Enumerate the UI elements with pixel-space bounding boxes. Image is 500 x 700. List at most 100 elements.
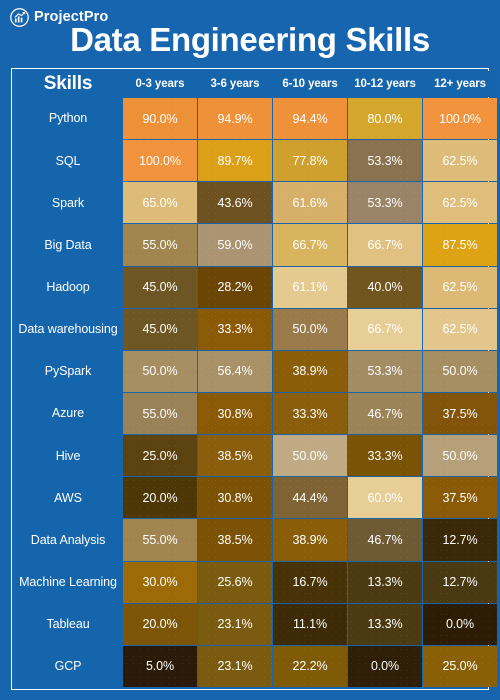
heatmap-cell-value: 44.4% [292, 490, 328, 505]
heatmap-cell-value: 30.8% [217, 490, 253, 505]
heatmap-cell-value: 13.3% [367, 575, 403, 590]
skill-label-pyspark: PySpark [14, 350, 122, 392]
heatmap-cell-value: 90.0% [142, 111, 178, 126]
heatmap-cell-machine-learning-0-3-years: 30.0% [123, 561, 197, 603]
heatmap-cell-hadoop-0-3-years: 45.0% [123, 266, 197, 308]
heatmap-cell-tableau-10-12-years: 13.3% [348, 603, 422, 645]
heatmap-cell-value: 28.2% [217, 280, 253, 295]
heatmap-cell-spark-6-10-years: 61.6% [273, 182, 347, 224]
heatmap-cell-value: 94.9% [217, 111, 253, 126]
heatmap-cell-value: 46.7% [367, 532, 403, 547]
heatmap-cell-python-12-years: 100.0% [423, 98, 497, 140]
heatmap-cell-azure-3-6-years: 30.8% [198, 392, 272, 435]
heatmap-cell-value: 66.7% [367, 322, 403, 337]
heatmap-cell-value: 55.0% [142, 406, 178, 421]
heatmap-cell-gcp-10-12-years: 0.0% [348, 645, 422, 687]
heatmap-cell-value: 50.0% [292, 322, 328, 337]
table-row: Machine Learning 30.0% 25.6% 16.7% 13.3% 12.7… [14, 561, 497, 603]
heatmap-cell-value: 30.8% [217, 406, 253, 421]
heatmap-cell-aws-3-6-years: 30.8% [198, 477, 272, 519]
heatmap-cell-tableau-0-3-years: 20.0% [123, 603, 197, 645]
heatmap-cell-value: 0.0% [370, 659, 400, 674]
heatmap-cell-hive-6-10-years: 50.0% [273, 435, 347, 477]
table-row: SQL 100.0% 89.7% 77.8% 53.3% 62.5% [14, 140, 497, 182]
table-row: Spark 65.0% 43.6% 61.6% 53.3% 62.5% [14, 182, 497, 224]
heatmap-cell-big-data-0-3-years: 55.0% [123, 224, 197, 266]
heatmap-cell-value: 30.0% [142, 575, 178, 590]
skill-label-python: Python [14, 98, 122, 140]
heatmap-cell-sql-3-6-years: 89.7% [198, 140, 272, 182]
heatmap-cell-data-analysis-0-3-years: 55.0% [123, 519, 197, 561]
heatmap-cell-value: 87.5% [442, 237, 478, 252]
skill-label-azure: Azure [14, 392, 122, 435]
heatmap-cell-tableau-3-6-years: 23.1% [198, 603, 272, 645]
heatmap-cell-value: 61.1% [292, 280, 328, 295]
heatmap-cell-sql-0-3-years: 100.0% [123, 140, 197, 182]
table-row: GCP 5.0% 23.1% 22.2% 0.0% 25.0% [14, 645, 497, 687]
table-row: Hadoop 45.0% 28.2% 61.1% 40.0% 62.5% [14, 266, 497, 308]
heatmap-cell-hadoop-3-6-years: 28.2% [198, 266, 272, 308]
heatmap-cell-gcp-3-6-years: 23.1% [198, 645, 272, 687]
column-header-skills: Skills [14, 71, 122, 97]
heatmap-cell-big-data-6-10-years: 66.7% [273, 224, 347, 266]
heatmap-cell-value: 25.0% [142, 448, 178, 463]
heatmap-cell-big-data-10-12-years: 66.7% [348, 224, 422, 266]
heatmap-cell-gcp-12-years: 25.0% [423, 645, 497, 687]
heatmap-cell-value: 38.5% [217, 532, 253, 547]
column-header-6-10-years: 6-10 years [273, 71, 347, 97]
heatmap-cell-pyspark-10-12-years: 53.3% [348, 350, 422, 392]
skill-label-spark: Spark [14, 182, 122, 224]
skill-label-big-data: Big Data [14, 224, 122, 266]
heatmap-cell-value: 59.0% [217, 237, 253, 252]
heatmap-cell-value: 22.2% [292, 659, 328, 674]
heatmap-cell-value: 50.0% [292, 448, 328, 463]
heatmap-cell-value: 33.3% [367, 448, 403, 463]
heatmap-cell-spark-10-12-years: 53.3% [348, 182, 422, 224]
heatmap-cell-sql-6-10-years: 77.8% [273, 140, 347, 182]
heatmap-cell-value: 45.0% [142, 280, 178, 295]
heatmap-cell-tableau-12-years: 0.0% [423, 603, 497, 645]
heatmap-cell-value: 50.0% [142, 364, 178, 379]
table-row: AWS 20.0% 30.8% 44.4% 60.0% 37.5% [14, 477, 497, 519]
heatmap-cell-value: 20.0% [142, 490, 178, 505]
heatmap-cell-tableau-6-10-years: 11.1% [273, 603, 347, 645]
heatmap-cell-value: 55.0% [142, 237, 178, 252]
heatmap-cell-value: 62.5% [442, 280, 478, 295]
heatmap-cell-value: 55.0% [142, 532, 178, 547]
heatmap-cell-data-analysis-10-12-years: 46.7% [348, 519, 422, 561]
table-body: Python 90.0% 94.9% 94.4% 80.0% 100.0% SQL 100.0… [14, 98, 497, 687]
heatmap-cell-value: 12.7% [442, 532, 478, 547]
heatmap-cell-data-analysis-6-10-years: 38.9% [273, 519, 347, 561]
heatmap-cell-gcp-0-3-years: 5.0% [123, 645, 197, 687]
column-header-10-12-years: 10-12 years [348, 71, 422, 97]
heatmap-cell-value: 65.0% [142, 195, 178, 210]
heatmap-cell-aws-10-12-years: 60.0% [348, 477, 422, 519]
heatmap-cell-hadoop-6-10-years: 61.1% [273, 266, 347, 308]
column-header-3-6-years: 3-6 years [198, 71, 272, 97]
heatmap-cell-data-warehousing-12-years: 62.5% [423, 308, 497, 350]
heatmap-cell-data-warehousing-10-12-years: 66.7% [348, 308, 422, 350]
heatmap-cell-hive-12-years: 50.0% [423, 435, 497, 477]
heatmap-cell-value: 43.6% [217, 195, 253, 210]
heatmap-cell-machine-learning-10-12-years: 13.3% [348, 561, 422, 603]
heatmap-cell-value: 56.4% [217, 364, 253, 379]
heatmap-cell-aws-0-3-years: 20.0% [123, 477, 197, 519]
heatmap-cell-python-0-3-years: 90.0% [123, 98, 197, 140]
heatmap-cell-python-10-12-years: 80.0% [348, 98, 422, 140]
table-row: Data Analysis 55.0% 38.5% 38.9% 46.7% 12.7% [14, 519, 497, 561]
skill-label-hadoop: Hadoop [14, 266, 122, 308]
heatmap-cell-hadoop-10-12-years: 40.0% [348, 266, 422, 308]
table-header: Skills 0-3 years 3-6 years 6-10 years 10… [14, 71, 497, 97]
heatmap-cell-value: 38.9% [292, 532, 328, 547]
heatmap-cell-pyspark-6-10-years: 38.9% [273, 350, 347, 392]
heatmap-cell-data-analysis-3-6-years: 38.5% [198, 519, 272, 561]
heatmap-cell-azure-0-3-years: 55.0% [123, 392, 197, 435]
heatmap-cell-value: 100.0% [439, 111, 481, 126]
heatmap-cell-value: 60.0% [367, 490, 403, 505]
table-row: Data warehousing 45.0% 33.3% 50.0% 66.7% 62.5… [14, 308, 497, 350]
skill-label-hive: Hive [14, 435, 122, 477]
heatmap-cell-data-analysis-12-years: 12.7% [423, 519, 497, 561]
heatmap-cell-hive-0-3-years: 25.0% [123, 435, 197, 477]
heatmap-cell-value: 25.0% [442, 659, 478, 674]
heatmap-cell-value: 50.0% [442, 448, 478, 463]
